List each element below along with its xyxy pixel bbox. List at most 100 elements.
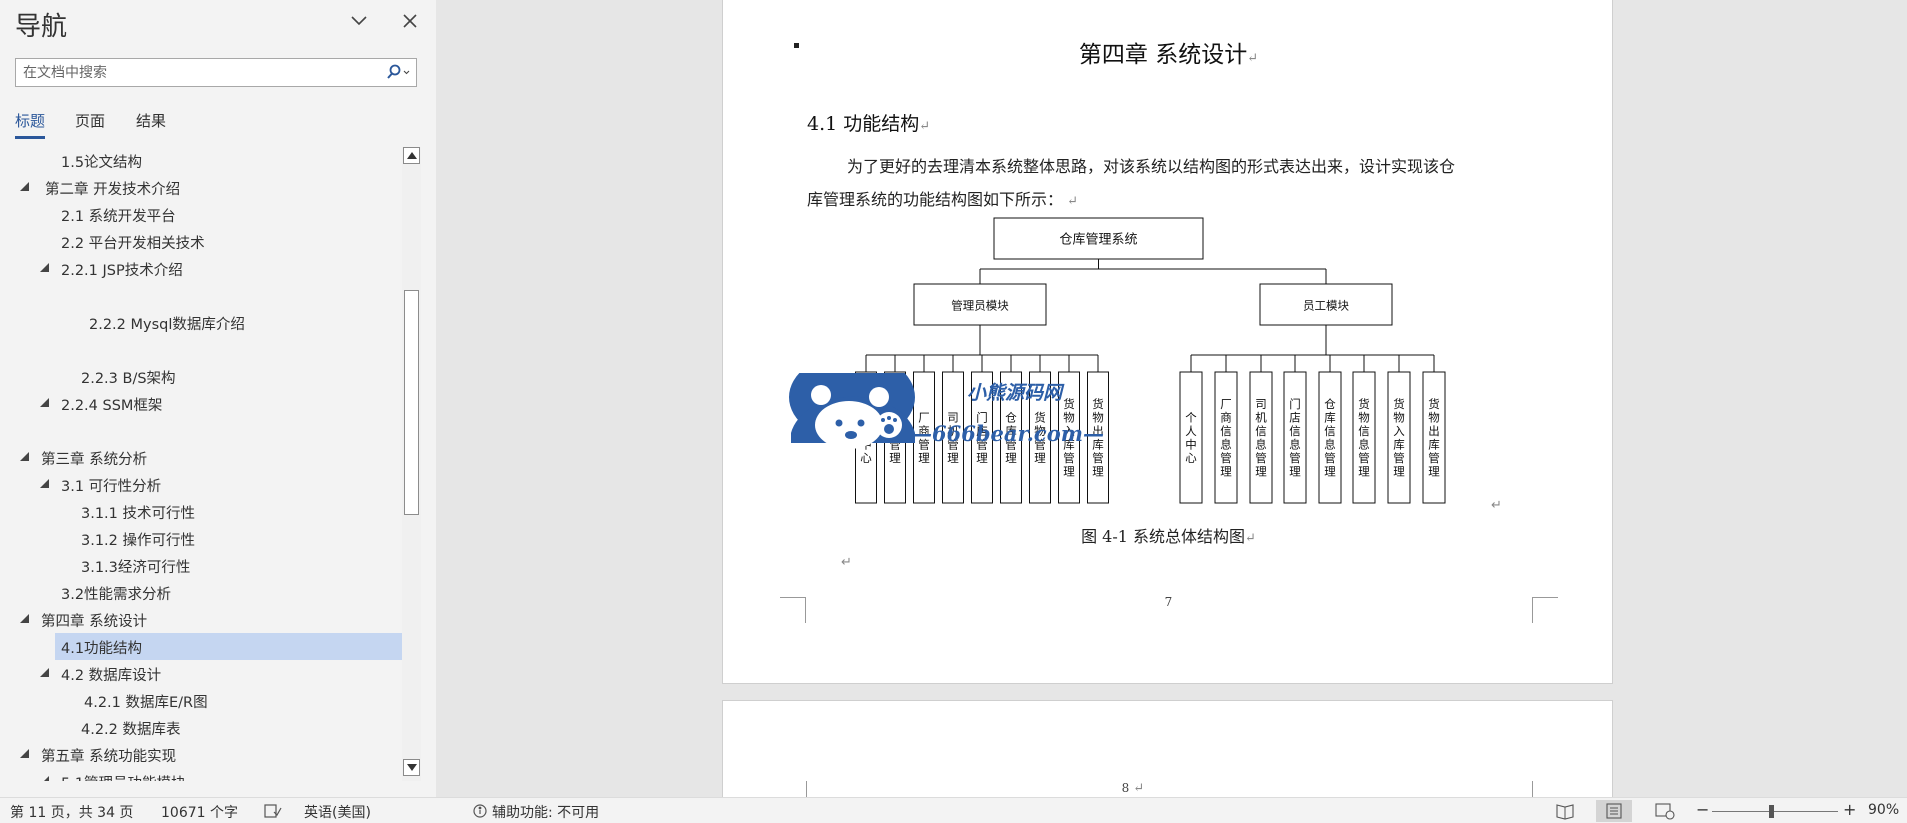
tree-item[interactable]: 第三章 系统分析 — [0, 444, 402, 471]
search-button[interactable] — [384, 61, 412, 84]
tree-item-selected[interactable]: 4.1功能结构 — [0, 633, 402, 660]
tree-item[interactable]: 第四章 系统设计 — [0, 606, 402, 633]
caret-expanded-icon[interactable] — [40, 668, 49, 677]
chevron-down-icon[interactable] — [346, 8, 372, 34]
leaf-node-char: 物 — [1428, 411, 1440, 425]
leaf-node-char: 仓 — [1324, 397, 1336, 411]
tree-item[interactable]: 3.1 可行性分析 — [0, 471, 402, 498]
leaf-node-char: 物 — [1358, 411, 1370, 425]
zoom-slider-thumb[interactable] — [1768, 805, 1774, 818]
admin-module-node-label: 管理员模块 — [951, 299, 1009, 313]
scroll-down-button[interactable] — [403, 759, 420, 776]
tree-item[interactable]: 3.1.1 技术可行性 — [0, 498, 402, 525]
tree-item[interactable]: 2.1 系统开发平台 — [0, 201, 402, 228]
tree-item[interactable]: 2.2.3 B/S架构 — [0, 363, 402, 390]
tree-item[interactable]: 3.2性能需求分析 — [0, 579, 402, 606]
leaf-node-char: 出 — [1428, 424, 1440, 438]
tree-item[interactable]: 4.2 数据库设计 — [0, 660, 402, 687]
leaf-node-char: 司 — [1255, 397, 1267, 411]
leaf-node-char: 息 — [1289, 438, 1301, 452]
scroll-up-button[interactable] — [403, 147, 420, 164]
tree-item-label: 4.2 数据库设计 — [61, 668, 162, 684]
leaf-node-char: 库 — [1428, 438, 1440, 452]
nav-scrollbar[interactable] — [402, 147, 421, 781]
watermark-logo: 小熊源码网 —666bear.com— — [789, 353, 1129, 463]
document-area[interactable]: 第四章 系统设计↵ 4.1 功能结构↵ 为了更好的去理清本系统整体思路，对该系统… — [436, 0, 1907, 797]
tree-item-label: 2.2 平台开发相关技术 — [61, 236, 205, 252]
caret-expanded-icon[interactable] — [20, 182, 29, 191]
tab-results[interactable]: 结果 — [136, 110, 166, 131]
leaf-node-char: 信 — [1220, 424, 1232, 438]
leaf-node-char: 管 — [1220, 451, 1232, 465]
search-input[interactable] — [16, 59, 366, 86]
page-7[interactable]: 第四章 系统设计↵ 4.1 功能结构↵ 为了更好的去理清本系统整体思路，对该系统… — [722, 0, 1613, 684]
caret-expanded-icon[interactable] — [40, 398, 49, 407]
page-count-status[interactable]: 第 11 页，共 34 页 — [10, 802, 133, 822]
zoom-out-button[interactable]: − — [1696, 800, 1709, 819]
caret-expanded-icon[interactable] — [40, 263, 49, 272]
tree-item[interactable]: 第五章 系统功能实现 — [0, 741, 402, 768]
tree-item[interactable]: 4.2.1 数据库E/R图 — [0, 687, 402, 714]
zoom-level[interactable]: 90% — [1868, 802, 1899, 818]
leaf-node-char: 管 — [1289, 451, 1301, 465]
tree-item[interactable]: 2.2 平台开发相关技术 — [0, 228, 402, 255]
web-layout-button[interactable] — [1646, 800, 1682, 822]
tree-item-label: 第三章 系统分析 — [41, 452, 148, 468]
page-8[interactable]: 8 ↵ — [722, 700, 1613, 797]
leaf-node-char: 理 — [1092, 465, 1104, 479]
figure-caption: 图 4-1 系统总体结构图 — [1081, 527, 1246, 546]
tree-item[interactable]: 3.1.2 操作可行性 — [0, 525, 402, 552]
word-count-status[interactable]: 10671 个字 — [161, 802, 238, 822]
caret-expanded-icon[interactable] — [40, 776, 49, 781]
watermark-title: 小熊源码网 — [967, 382, 1065, 404]
language-status[interactable]: 英语(美国) — [304, 802, 371, 822]
leaf-node-char: 息 — [1220, 438, 1232, 452]
leaf-node-char: 理 — [1220, 465, 1232, 479]
zoom-slider[interactable] — [1712, 805, 1838, 818]
leaf-node-char: 信 — [1324, 424, 1336, 438]
caret-expanded-icon[interactable] — [20, 614, 29, 623]
paragraph-mark: ↵ — [1491, 498, 1502, 513]
leaf-node-char: 厂 — [1220, 397, 1232, 411]
tree-item-label: 1.5论文结构 — [61, 155, 143, 171]
accessibility-status[interactable]: 辅助功能: 不可用 — [492, 802, 599, 822]
tree-item[interactable]: 第二章 开发技术介绍 — [0, 174, 402, 201]
read-mode-button[interactable] — [1547, 800, 1583, 822]
nav-title: 导航 — [15, 12, 68, 42]
print-layout-button[interactable] — [1596, 800, 1632, 822]
leaf-node-char: 理 — [1063, 465, 1075, 479]
leaf-node-char: 息 — [1255, 438, 1267, 452]
tree-item[interactable]: 3.1.3经济可行性 — [0, 552, 402, 579]
page-number: 7 — [1164, 595, 1173, 609]
caret-expanded-icon[interactable] — [40, 479, 49, 488]
tree-item-label: 3.1.1 技术可行性 — [81, 506, 196, 522]
staff-module-node-label: 员工模块 — [1303, 299, 1349, 313]
tab-pages[interactable]: 页面 — [75, 110, 105, 131]
caret-expanded-icon[interactable] — [20, 452, 29, 461]
leaf-node-char: 个 — [1185, 411, 1197, 425]
tree-item-label: 2.1 系统开发平台 — [61, 209, 176, 225]
zoom-in-button[interactable]: + — [1843, 800, 1856, 819]
scrollbar-thumb[interactable] — [404, 290, 419, 515]
tree-item[interactable]: 2.2.1 JSP技术介绍 — [0, 255, 402, 282]
close-icon[interactable] — [397, 8, 423, 34]
leaf-node-char: 理 — [1289, 465, 1301, 479]
tree-item[interactable]: 1.5论文结构 — [0, 147, 402, 174]
leaf-node-char: 商 — [1220, 411, 1232, 425]
tree-item[interactable]: 2.2.2 Mysql数据库介绍 — [0, 309, 402, 336]
tree-item[interactable]: 2.2.4 SSM框架 — [0, 390, 402, 417]
proofing-icon[interactable] — [264, 803, 282, 823]
status-bar: 第 11 页，共 34 页 10671 个字 英语(美国) 辅助功能: 不可用 … — [0, 797, 1907, 823]
paragraph-mark: ↵ — [841, 555, 852, 570]
tree-item[interactable]: 5.1管理员功能模块 — [0, 768, 402, 781]
tree-item-label: 第二章 开发技术介绍 — [45, 182, 181, 198]
tree-item-label: 3.2性能需求分析 — [61, 587, 172, 603]
tab-headings[interactable]: 标题 — [15, 110, 46, 139]
tree-item-label: 第五章 系统功能实现 — [41, 749, 177, 765]
leaf-node-char: 货 — [1358, 397, 1370, 411]
print-layout-icon — [1606, 803, 1622, 819]
tree-item[interactable]: 4.2.2 数据库表 — [0, 714, 402, 741]
tree-item-label: 2.2.2 Mysql数据库介绍 — [89, 317, 245, 333]
caret-expanded-icon[interactable] — [20, 749, 29, 758]
leaf-node-char: 理 — [1358, 465, 1370, 479]
